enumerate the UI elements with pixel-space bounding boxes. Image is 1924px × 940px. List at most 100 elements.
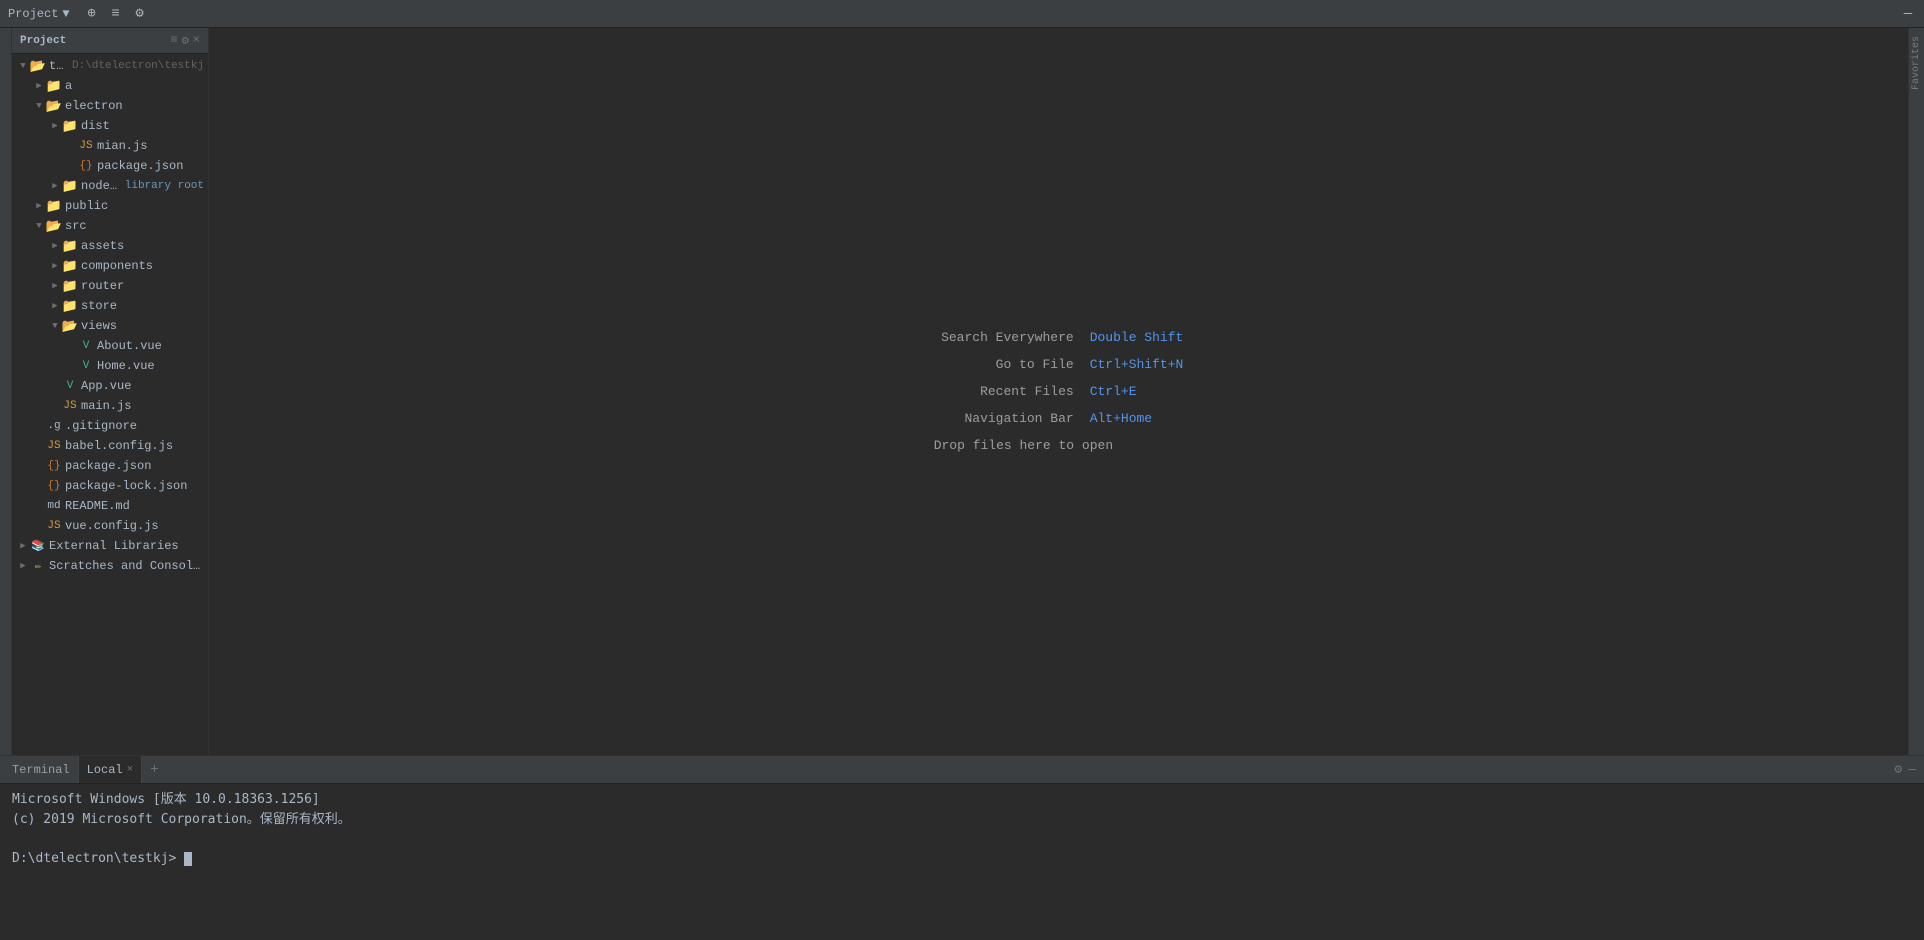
favorites-label[interactable]: Favorites [1909, 28, 1924, 98]
recent-files-label: Recent Files [934, 384, 1074, 399]
tree-node-main.js[interactable]: JSmain.js [12, 396, 208, 416]
tree-node-mian.js[interactable]: JSmian.js [12, 136, 208, 156]
file-json-icon: {} [46, 458, 62, 474]
folder-icon: 📁 [46, 78, 62, 94]
tree-node-label: App.vue [81, 379, 204, 393]
tree-node-dist[interactable]: 📁dist [12, 116, 208, 136]
tree-node-components[interactable]: 📁components [12, 256, 208, 276]
folder-open-icon: 📂 [30, 58, 46, 74]
terminal-prompt: D:\dtelectron\testkj> [12, 851, 176, 866]
right-strip: Favorites [1908, 28, 1924, 755]
go-to-file-shortcut[interactable]: Ctrl+Shift+N [1090, 357, 1184, 372]
tree-node-label: store [81, 299, 204, 313]
terminal-tab-close-icon[interactable]: × [127, 764, 134, 776]
tree-arrow-icon [32, 99, 46, 113]
terminal-content[interactable]: Microsoft Windows [版本 10.0.18363.1256] (… [0, 784, 1924, 940]
welcome-section: Search Everywhere Double Shift Go to Fil… [934, 330, 1184, 453]
project-dropdown[interactable]: Project ▼ [8, 7, 70, 21]
terminal-settings-icon[interactable]: ⚙ [1894, 762, 1902, 777]
tree-node-package.json-e[interactable]: {}package.json [12, 156, 208, 176]
tree-node-About.vue[interactable]: VAbout.vue [12, 336, 208, 356]
tree-node-babel.config.js[interactable]: JSbabel.config.js [12, 436, 208, 456]
external-lib-icon: 📚 [30, 538, 46, 554]
panel-tree: 📂testkjD:\dtelectron\testkj📁a📂electron📁d… [12, 54, 208, 755]
tree-node-testkj[interactable]: 📂testkjD:\dtelectron\testkj [12, 56, 208, 76]
file-git-icon: .g [46, 418, 62, 434]
tree-node-a[interactable]: 📁a [12, 76, 208, 96]
sync-icon[interactable]: ⊕ [84, 6, 100, 22]
terminal-tab-local[interactable]: Local × [78, 756, 143, 783]
minimize-button[interactable]: — [1900, 6, 1916, 22]
tree-arrow-icon [16, 559, 30, 573]
terminal-title: Terminal [8, 763, 74, 777]
dropdown-arrow-icon: ▼ [62, 7, 69, 21]
panel-settings-icon[interactable]: ⚙ [182, 33, 189, 48]
tree-node-package-lock.json[interactable]: {}package-lock.json [12, 476, 208, 496]
tree-node-App.vue[interactable]: VApp.vue [12, 376, 208, 396]
tree-node-label: views [81, 319, 204, 333]
tree-node-src[interactable]: 📂src [12, 216, 208, 236]
tree-node-store[interactable]: 📁store [12, 296, 208, 316]
tree-node-.gitignore[interactable]: .g.gitignore [12, 416, 208, 436]
title-bar-icons: ⊕ ≡ ⚙ [84, 6, 148, 22]
tree-arrow-icon [48, 299, 62, 313]
settings-icon[interactable]: ≡ [108, 6, 124, 22]
gear-icon[interactable]: ⚙ [132, 6, 148, 22]
recent-files-shortcut[interactable]: Ctrl+E [1090, 384, 1137, 399]
tree-node-label: package.json [65, 459, 204, 473]
tree-node-views[interactable]: 📂views [12, 316, 208, 336]
terminal-header-right: ⚙ — [1894, 762, 1916, 777]
tree-arrow-icon [48, 279, 62, 293]
terminal-cursor [184, 852, 192, 866]
tree-arrow-icon [32, 79, 46, 93]
tree-node-tag: library root [125, 180, 204, 192]
go-to-file-label: Go to File [934, 357, 1074, 372]
terminal-tab-local-label: Local [87, 763, 123, 777]
terminal-add-button[interactable]: + [146, 762, 162, 778]
tree-node-node_modules[interactable]: 📁node_modules library root [12, 176, 208, 196]
file-md-icon: md [46, 498, 62, 514]
folder-icon: 📁 [62, 238, 78, 254]
tree-node-README.md[interactable]: mdREADME.md [12, 496, 208, 516]
file-js-icon: JS [78, 138, 94, 154]
project-label: Project [8, 7, 58, 21]
tree-node-public[interactable]: 📁public [12, 196, 208, 216]
tree-node-vue.config.js[interactable]: JSvue.config.js [12, 516, 208, 536]
folder-open-icon: 📂 [46, 218, 62, 234]
tree-node-ExternalLibraries[interactable]: 📚External Libraries [12, 536, 208, 556]
search-everywhere-shortcut[interactable]: Double Shift [1090, 330, 1184, 345]
terminal-tabs: Terminal Local × + ⚙ — [0, 756, 1924, 784]
tree-node-label: components [81, 259, 204, 273]
folder-icon: 📁 [62, 258, 78, 274]
file-json-icon: {} [78, 158, 94, 174]
tree-node-label: node_modules [81, 179, 121, 193]
folder-icon: 📁 [62, 118, 78, 134]
folder-open-icon: 📂 [62, 318, 78, 334]
tree-node-label: package-lock.json [65, 479, 204, 493]
folder-icon: 📁 [62, 178, 78, 194]
tree-node-label: Scratches and Consoles [49, 559, 204, 573]
terminal-minimize-icon[interactable]: — [1908, 762, 1916, 777]
tree-node-label: vue.config.js [65, 519, 204, 533]
file-js-icon: JS [46, 438, 62, 454]
tree-node-label: Home.vue [97, 359, 204, 373]
tree-node-package.json[interactable]: {}package.json [12, 456, 208, 476]
scratches-icon: ✏ [30, 558, 46, 574]
tree-arrow-icon [48, 239, 62, 253]
tree-node-assets[interactable]: 📁assets [12, 236, 208, 256]
terminal-area: Terminal Local × + ⚙ — Microsoft Windows… [0, 755, 1924, 940]
panel-close-icon[interactable]: × [193, 33, 200, 48]
tree-node-label: router [81, 279, 204, 293]
tree-node-label: public [65, 199, 204, 213]
tree-node-Home.vue[interactable]: VHome.vue [12, 356, 208, 376]
tree-node-electron[interactable]: 📂electron [12, 96, 208, 116]
title-bar: Project ▼ ⊕ ≡ ⚙ — [0, 0, 1924, 28]
navigation-bar-shortcut[interactable]: Alt+Home [1090, 411, 1152, 426]
tree-node-router[interactable]: 📁router [12, 276, 208, 296]
tree-node-Scratches[interactable]: ✏Scratches and Consoles [12, 556, 208, 576]
file-json-icon: {} [46, 478, 62, 494]
left-strip [0, 28, 12, 755]
panel-collapse-icon[interactable]: ≡ [170, 33, 177, 48]
tree-node-label: babel.config.js [65, 439, 204, 453]
tree-node-label: .gitignore [65, 419, 204, 433]
